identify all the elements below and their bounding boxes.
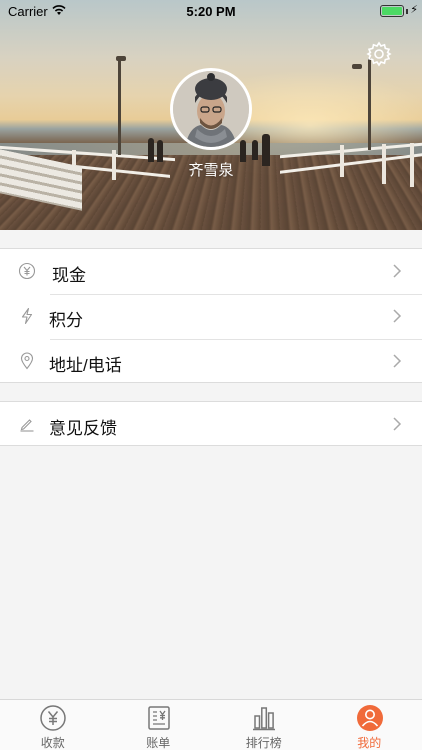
pencil-icon: [20, 419, 34, 432]
user-circle-icon: [356, 705, 383, 731]
menu-group-feedback: 意见反馈: [0, 401, 422, 446]
battery-icon: [380, 5, 404, 17]
tab-collect[interactable]: 收款: [0, 700, 106, 750]
chevron-right-icon: [393, 417, 402, 431]
lamp-head: [116, 56, 126, 61]
chevron-right-icon: [393, 309, 402, 323]
person-figure: [252, 140, 258, 160]
bill-icon: [147, 706, 170, 730]
chevron-right-icon: [393, 354, 402, 368]
tab-mine[interactable]: 我的: [317, 700, 422, 750]
tab-label: 账单: [146, 736, 171, 750]
bar-chart-icon: [253, 707, 275, 731]
menu-item-label: 地址/电话: [49, 356, 122, 375]
tab-label: 收款: [40, 736, 65, 750]
tab-bar: 收款 账单 排行榜 我的: [0, 699, 422, 750]
tab-ranking[interactable]: 排行榜: [211, 700, 317, 750]
menu-item-feedback[interactable]: 意见反馈: [0, 402, 422, 447]
yen-circle-icon: [18, 262, 36, 280]
settings-gear-icon[interactable]: [366, 41, 392, 67]
menu-item-label: 现金: [52, 266, 86, 285]
status-bar: Carrier 5:20 PM ⚡: [0, 0, 422, 22]
lamp-post: [118, 60, 121, 155]
tab-label: 排行榜: [245, 736, 282, 750]
profile-header: Carrier 5:20 PM ⚡ 齐雪泉: [0, 0, 422, 230]
menu-item-address-phone[interactable]: 地址/电话: [0, 339, 422, 384]
menu-item-points[interactable]: 积分: [0, 294, 422, 339]
clock: 5:20 PM: [186, 4, 236, 19]
battery-tip: [406, 9, 408, 14]
avatar-photo: [173, 71, 249, 147]
username: 齐雪泉: [188, 162, 234, 179]
yen-coin-icon: [40, 705, 66, 731]
tab-label: 我的: [357, 736, 382, 750]
lightning-icon: [21, 307, 33, 325]
avatar[interactable]: [170, 68, 252, 150]
location-pin-icon: [20, 352, 34, 370]
lamp-head: [352, 64, 362, 69]
charging-bolt-icon: ⚡: [410, 4, 418, 16]
menu-group-account: 现金 积分 地址/电话: [0, 248, 422, 383]
menu-item-cash[interactable]: 现金: [0, 249, 422, 294]
lamp-post: [368, 58, 371, 150]
chevron-right-icon: [393, 264, 402, 278]
tab-bills[interactable]: 账单: [106, 700, 212, 750]
menu-item-label: 积分: [49, 311, 83, 330]
menu-item-label: 意见反馈: [49, 419, 117, 438]
